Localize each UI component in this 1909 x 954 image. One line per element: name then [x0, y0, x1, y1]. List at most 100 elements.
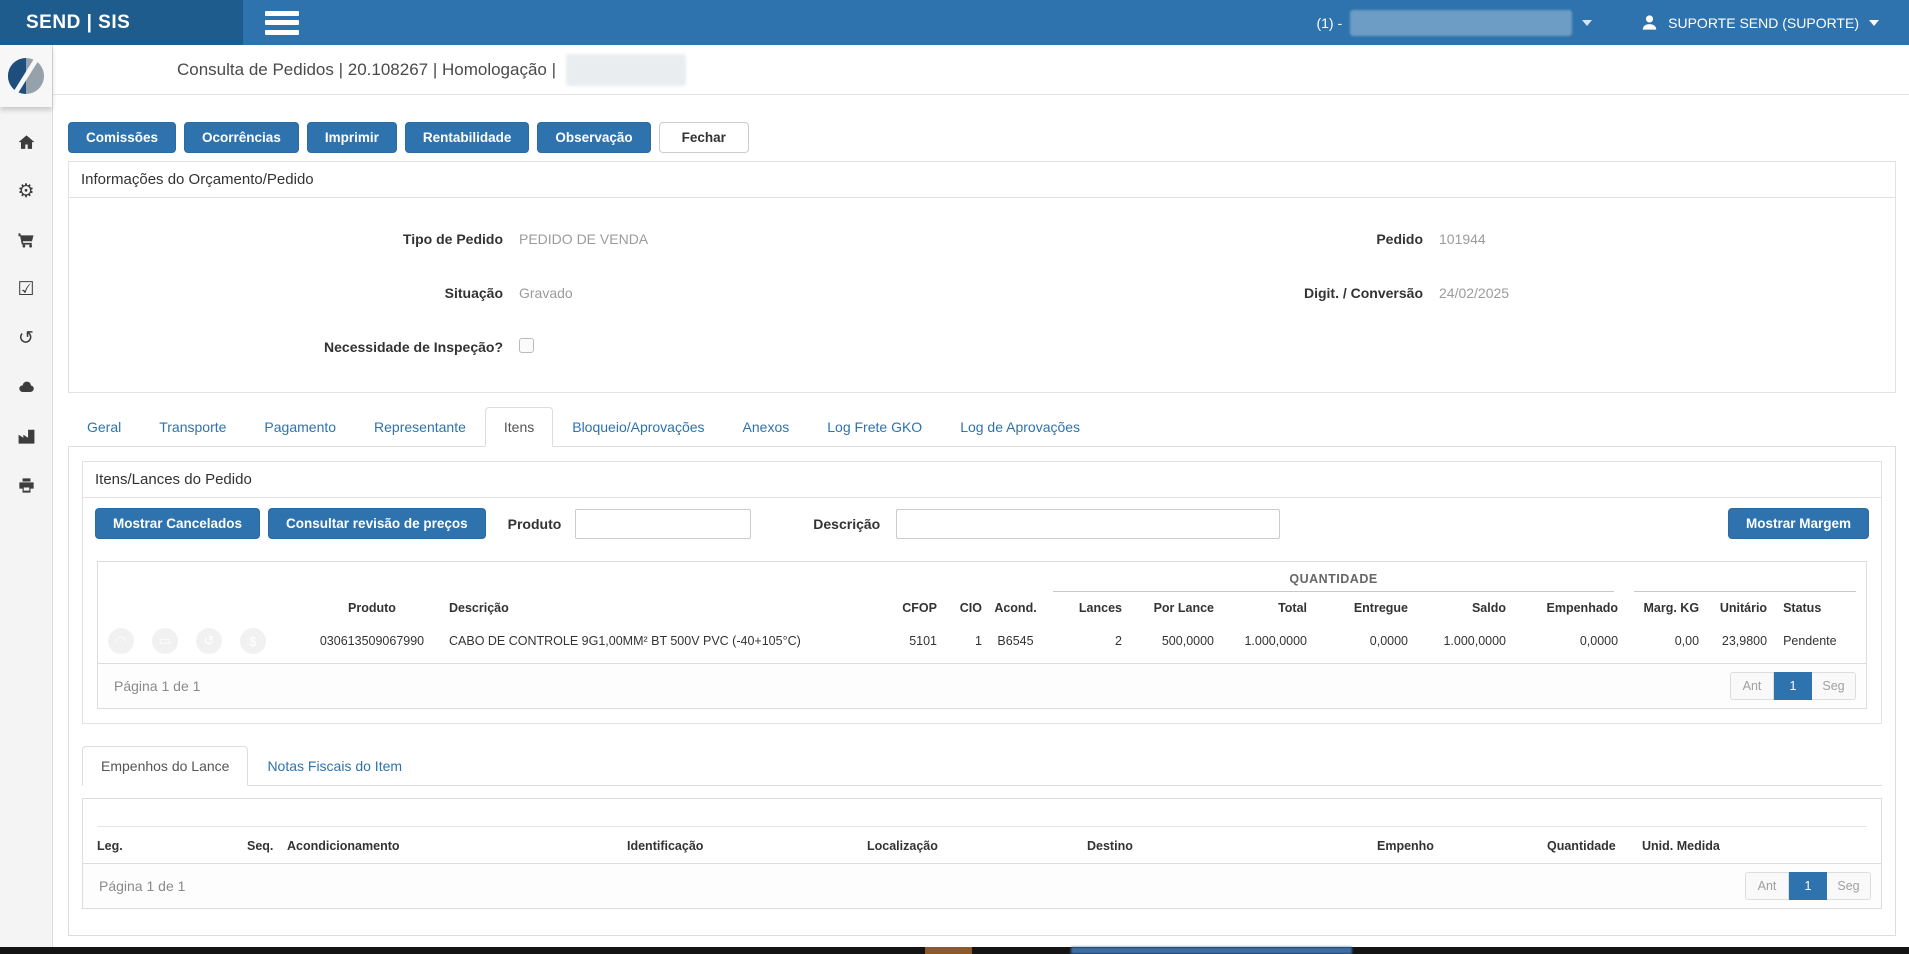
info-panel-title: Informações do Orçamento/Pedido: [69, 162, 1895, 198]
consultar-revisao-button[interactable]: Consultar revisão de preços: [268, 508, 486, 539]
cell-cfop: 5101: [868, 622, 943, 663]
app-logo[interactable]: [0, 45, 52, 107]
order-tabs: Geral Transporte Pagamento Representante…: [68, 407, 1896, 447]
fechar-button[interactable]: Fechar: [659, 122, 749, 153]
tab-log-frete-gko[interactable]: Log Frete GKO: [808, 407, 941, 447]
tab-itens[interactable]: Itens: [485, 407, 553, 447]
col-acondicionamento: Acondicionamento: [287, 839, 627, 853]
cell-unitario: 23,9800: [1705, 622, 1773, 663]
subtab-empenhos-do-lance[interactable]: Empenhos do Lance: [82, 746, 248, 786]
col-entregue: Entregue: [1313, 592, 1414, 622]
rentabilidade-button[interactable]: Rentabilidade: [405, 122, 530, 153]
tab-pagamento[interactable]: Pagamento: [245, 407, 355, 447]
col-saldo: Saldo: [1414, 592, 1512, 622]
item-subtabs: Empenhos do Lance Notas Fiscais do Item: [82, 746, 1882, 786]
shopping-cart-icon[interactable]: [15, 229, 37, 251]
company-prefix: (1) -: [1316, 15, 1342, 31]
itens-tab-panel: Itens/Lances do Pedido Mostrar Cancelado…: [68, 447, 1896, 936]
cell-por-lance: 500,0000: [1128, 622, 1220, 663]
redacted-client-name: [566, 54, 686, 86]
col-por-lance: Por Lance: [1128, 592, 1220, 622]
chevron-down-icon: [1582, 20, 1592, 26]
handshake-icon[interactable]: ◠: [108, 628, 134, 654]
itens-pagination: Página 1 de 1 Ant 1 Seg: [98, 663, 1866, 708]
home-icon[interactable]: [15, 131, 37, 153]
tab-transporte[interactable]: Transporte: [140, 407, 245, 447]
subtab-notas-fiscais-do-item[interactable]: Notas Fiscais do Item: [248, 746, 421, 786]
next-page-button[interactable]: Seg: [1827, 872, 1871, 900]
col-leg: Leg.: [97, 839, 247, 853]
inspecao-checkbox[interactable]: [519, 338, 534, 353]
col-acond: Acond.: [988, 592, 1043, 622]
col-status: Status: [1773, 592, 1866, 622]
prev-page-button[interactable]: Ant: [1730, 672, 1774, 700]
descricao-filter-input[interactable]: [896, 509, 1280, 539]
cell-descricao: CABO DE CONTROLE 9G1,00MM² BT 500V PVC (…: [443, 622, 868, 663]
col-seq: Seq.: [247, 839, 287, 853]
history-icon[interactable]: ↺: [15, 327, 37, 349]
cell-marg-kg: 0,00: [1624, 622, 1705, 663]
col-destino: Destino: [1087, 839, 1377, 853]
imprimir-button[interactable]: Imprimir: [307, 122, 397, 153]
itens-table: QUANTIDADE Produto Descrição CFOP CIO Ac…: [97, 561, 1867, 709]
itens-lances-title: Itens/Lances do Pedido: [83, 462, 1881, 498]
table-row[interactable]: ◠ ▭ ↺ $ 030613509067990 CABO DE CONTROLE…: [98, 622, 1866, 663]
topbar: SEND | SIS (1) - SUPORTE SEND (SUPORTE): [0, 0, 1909, 45]
produto-filter-label: Produto: [508, 516, 562, 532]
mostrar-cancelados-button[interactable]: Mostrar Cancelados: [95, 508, 260, 539]
settings-gears-icon[interactable]: ⚙: [15, 180, 37, 202]
user-menu[interactable]: SUPORTE SEND (SUPORTE): [1640, 13, 1879, 32]
col-unid-medida: Unid. Medida: [1642, 839, 1867, 853]
tipo-pedido-label: Tipo de Pedido: [69, 231, 519, 247]
next-page-button[interactable]: Seg: [1812, 672, 1856, 700]
situacao-label: Situação: [69, 285, 519, 301]
tab-representante[interactable]: Representante: [355, 407, 485, 447]
col-produto: Produto: [301, 592, 443, 622]
tab-anexos[interactable]: Anexos: [724, 407, 809, 447]
history-icon[interactable]: ↺: [196, 628, 222, 654]
cell-empenhado: 0,0000: [1512, 622, 1624, 663]
itens-page-info: Página 1 de 1: [108, 678, 200, 694]
cell-acond: B6545: [988, 622, 1043, 663]
banknote-icon[interactable]: ▭: [152, 628, 178, 654]
tab-log-aprovacoes[interactable]: Log de Aprovações: [941, 407, 1099, 447]
produto-filter-input[interactable]: [575, 509, 751, 539]
tasks-check-icon[interactable]: ☑: [15, 278, 37, 300]
col-empenho: Empenho: [1377, 839, 1547, 853]
cell-entregue: 0,0000: [1313, 622, 1414, 663]
pedido-value: 101944: [1439, 231, 1895, 247]
col-descricao: Descrição: [443, 592, 868, 622]
page-1-button[interactable]: 1: [1789, 872, 1827, 900]
info-panel: Informações do Orçamento/Pedido Tipo de …: [68, 161, 1896, 393]
page-title: Consulta de Pedidos | 20.108267 | Homolo…: [177, 60, 556, 80]
print-icon[interactable]: [15, 474, 37, 496]
tab-bloqueio-aprovacoes[interactable]: Bloqueio/Aprovações: [553, 407, 723, 447]
chevron-down-icon: [1869, 20, 1879, 26]
tab-geral[interactable]: Geral: [68, 407, 140, 447]
cell-total: 1.000,0000: [1220, 622, 1313, 663]
page-1-button[interactable]: 1: [1774, 672, 1812, 700]
col-unitario: Unitário: [1705, 592, 1773, 622]
mostrar-margem-button[interactable]: Mostrar Margem: [1728, 508, 1869, 539]
user-name: SUPORTE SEND (SUPORTE): [1668, 15, 1859, 31]
cell-produto: 030613509067990: [301, 622, 443, 663]
company-select[interactable]: [1350, 10, 1572, 36]
menu-toggle-icon[interactable]: [265, 11, 299, 35]
action-button-row: Comissões Ocorrências Imprimir Rentabili…: [68, 122, 1896, 153]
observacao-button[interactable]: Observação: [537, 122, 650, 153]
empenhos-header-row: Leg. Seq. Acondicionamento Identificação…: [83, 827, 1881, 863]
quantidade-group-label: QUANTIDADE: [1053, 572, 1614, 592]
app-brand: SEND | SIS: [0, 0, 243, 45]
col-lances: Lances: [1043, 592, 1128, 622]
ocorrencias-button[interactable]: Ocorrências: [184, 122, 299, 153]
col-marg-kg: Marg. KG: [1624, 592, 1705, 622]
prev-page-button[interactable]: Ant: [1745, 872, 1789, 900]
comissoes-button[interactable]: Comissões: [68, 122, 176, 153]
tipo-pedido-value: PEDIDO DE VENDA: [519, 231, 969, 247]
dollar-icon[interactable]: $: [240, 628, 266, 654]
industry-icon[interactable]: [15, 425, 37, 447]
pedido-label: Pedido: [969, 231, 1439, 247]
col-quantidade: Quantidade: [1547, 839, 1642, 853]
cloud-icon[interactable]: [15, 376, 37, 398]
empenhos-page-info: Página 1 de 1: [93, 878, 185, 894]
